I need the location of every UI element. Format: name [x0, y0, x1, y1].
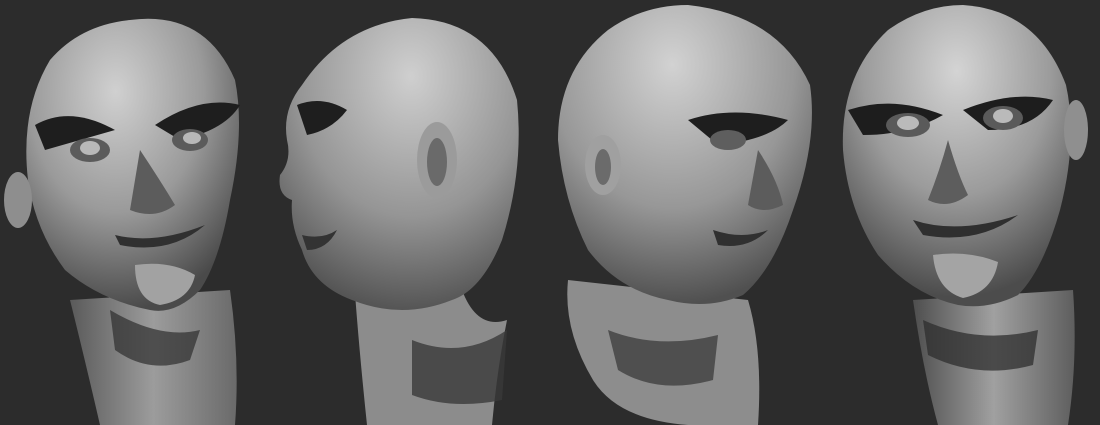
head-view-right-three-quarter — [548, 0, 828, 425]
sculpt-render — [558, 5, 812, 425]
sculpt-render — [4, 18, 240, 425]
viewport-canvas — [0, 0, 1100, 425]
head-view-front — [828, 0, 1100, 425]
sculpt-render — [279, 18, 519, 425]
head-view-front-three-quarter — [0, 0, 270, 425]
head-view-left-profile — [262, 0, 532, 425]
sculpt-render — [842, 5, 1088, 425]
